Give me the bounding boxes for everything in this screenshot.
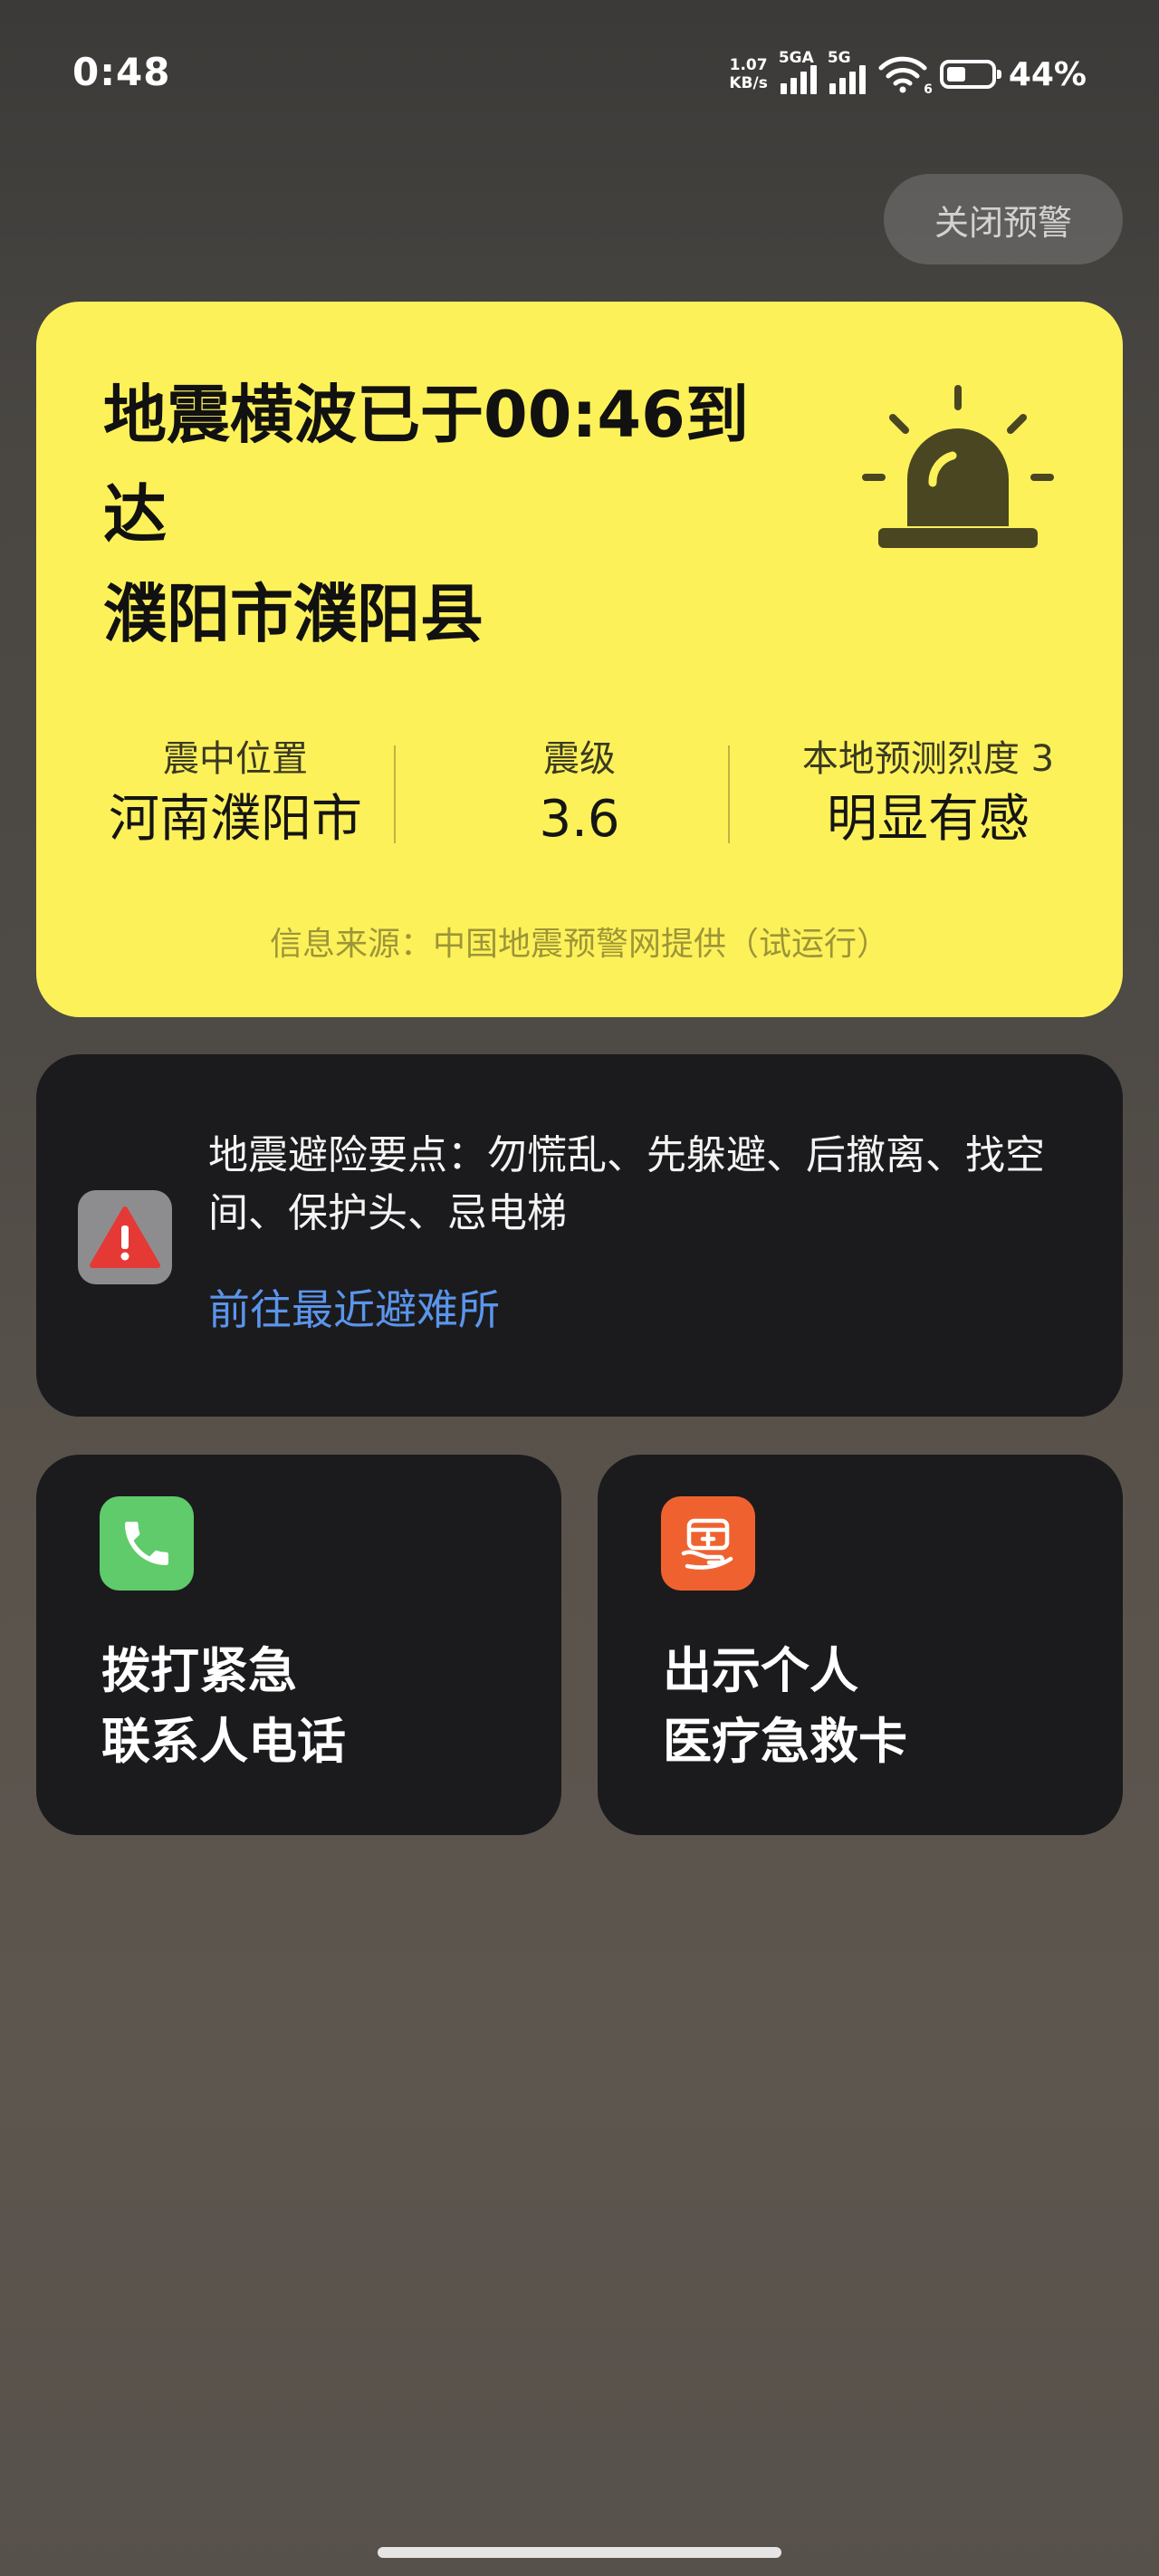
signal-icon-sim1: 5GA: [779, 49, 817, 94]
clock: 0:48: [72, 50, 171, 94]
epicenter-value: 河南濮阳市: [109, 790, 362, 849]
alert-title-line1: 地震横波已于00:46到: [103, 378, 749, 452]
stat-divider: [394, 745, 396, 843]
intensity-stat: 本地预测烈度 3 明显有感: [752, 736, 1105, 854]
safety-tips-card: 地震避险要点：勿慌乱、先躲避、后撤离、找空间、保护头、忌电梯 前往最近避难所: [36, 1054, 1123, 1417]
alert-title-line2: 达: [103, 477, 167, 552]
alert-title: 地震横波已于00:46到 达 濮阳市濮阳县: [103, 365, 846, 664]
call-emergency-contact-button[interactable]: 拨打紧急 联系人电话: [36, 1455, 561, 1835]
call-emergency-contact-label: 拨打紧急 联系人电话: [101, 1636, 536, 1777]
magnitude-label: 震级: [543, 738, 616, 780]
home-indicator[interactable]: [378, 2547, 781, 2558]
epicenter-label: 震中位置: [163, 738, 308, 780]
wifi-icon: 6: [878, 55, 933, 97]
medical-label-line1: 出示个人: [663, 1642, 858, 1699]
quake-stats: 震中位置 河南濮阳市 震级 3.6 本地预测烈度 3 明显有感: [36, 736, 1123, 849]
wifi-number: 6: [924, 82, 933, 97]
intensity-value: 明显有感: [827, 790, 1030, 849]
network-speed-unit: KB/s: [729, 74, 768, 92]
signal-icon-sim2: 5G: [828, 49, 866, 94]
alert-title-line3: 濮阳市濮阳县: [103, 577, 484, 651]
battery-fill: [946, 67, 965, 82]
show-medical-card-button[interactable]: 出示个人 医疗急救卡: [598, 1455, 1123, 1835]
show-medical-card-label: 出示个人 医疗急救卡: [663, 1636, 1097, 1777]
close-alert-button[interactable]: 关闭预警: [884, 174, 1123, 264]
network-speed: 1.07 KB/s: [729, 56, 767, 92]
battery-icon: [939, 60, 1001, 89]
battery-percentage: 44%: [1008, 55, 1087, 93]
phone-icon: [100, 1496, 194, 1591]
safety-tips-text: 地震避险要点：勿慌乱、先躲避、后撤离、找空间、保护头、忌电梯: [208, 1132, 1045, 1236]
magnitude-stat: 震级 3.6: [435, 736, 724, 854]
info-source: 信息来源：中国地震预警网提供（试运行）: [269, 926, 889, 963]
magnitude-value: 3.6: [539, 790, 620, 849]
warning-icon: [78, 1190, 172, 1284]
network-speed-value: 1.07: [729, 56, 768, 74]
earthquake-alert-card: 地震横波已于00:46到 达 濮阳市濮阳县 震中位置 河南濮阳市 震级 3.6 …: [36, 302, 1123, 1017]
medical-card-icon: [661, 1496, 755, 1591]
epicenter-stat: 震中位置 河南濮阳市: [104, 736, 367, 854]
call-label-line2: 联系人电话: [101, 1713, 346, 1770]
nearest-shelter-link[interactable]: 前往最近避难所: [208, 1277, 500, 1337]
sim2-network-type: 5G: [827, 49, 851, 67]
call-label-line1: 拨打紧急: [101, 1642, 297, 1699]
status-icons: 1.07 KB/s 5GA 5G 6 44%: [729, 47, 1087, 101]
intensity-label: 本地预测烈度 3: [801, 738, 1055, 780]
siren-icon: [862, 385, 1054, 548]
status-bar: 0:48 1.07 KB/s 5GA 5G 6 44%: [0, 0, 1159, 145]
sim1-network-type: 5GA: [778, 49, 814, 67]
stat-divider: [728, 745, 730, 843]
medical-label-line2: 医疗急救卡: [663, 1713, 907, 1770]
